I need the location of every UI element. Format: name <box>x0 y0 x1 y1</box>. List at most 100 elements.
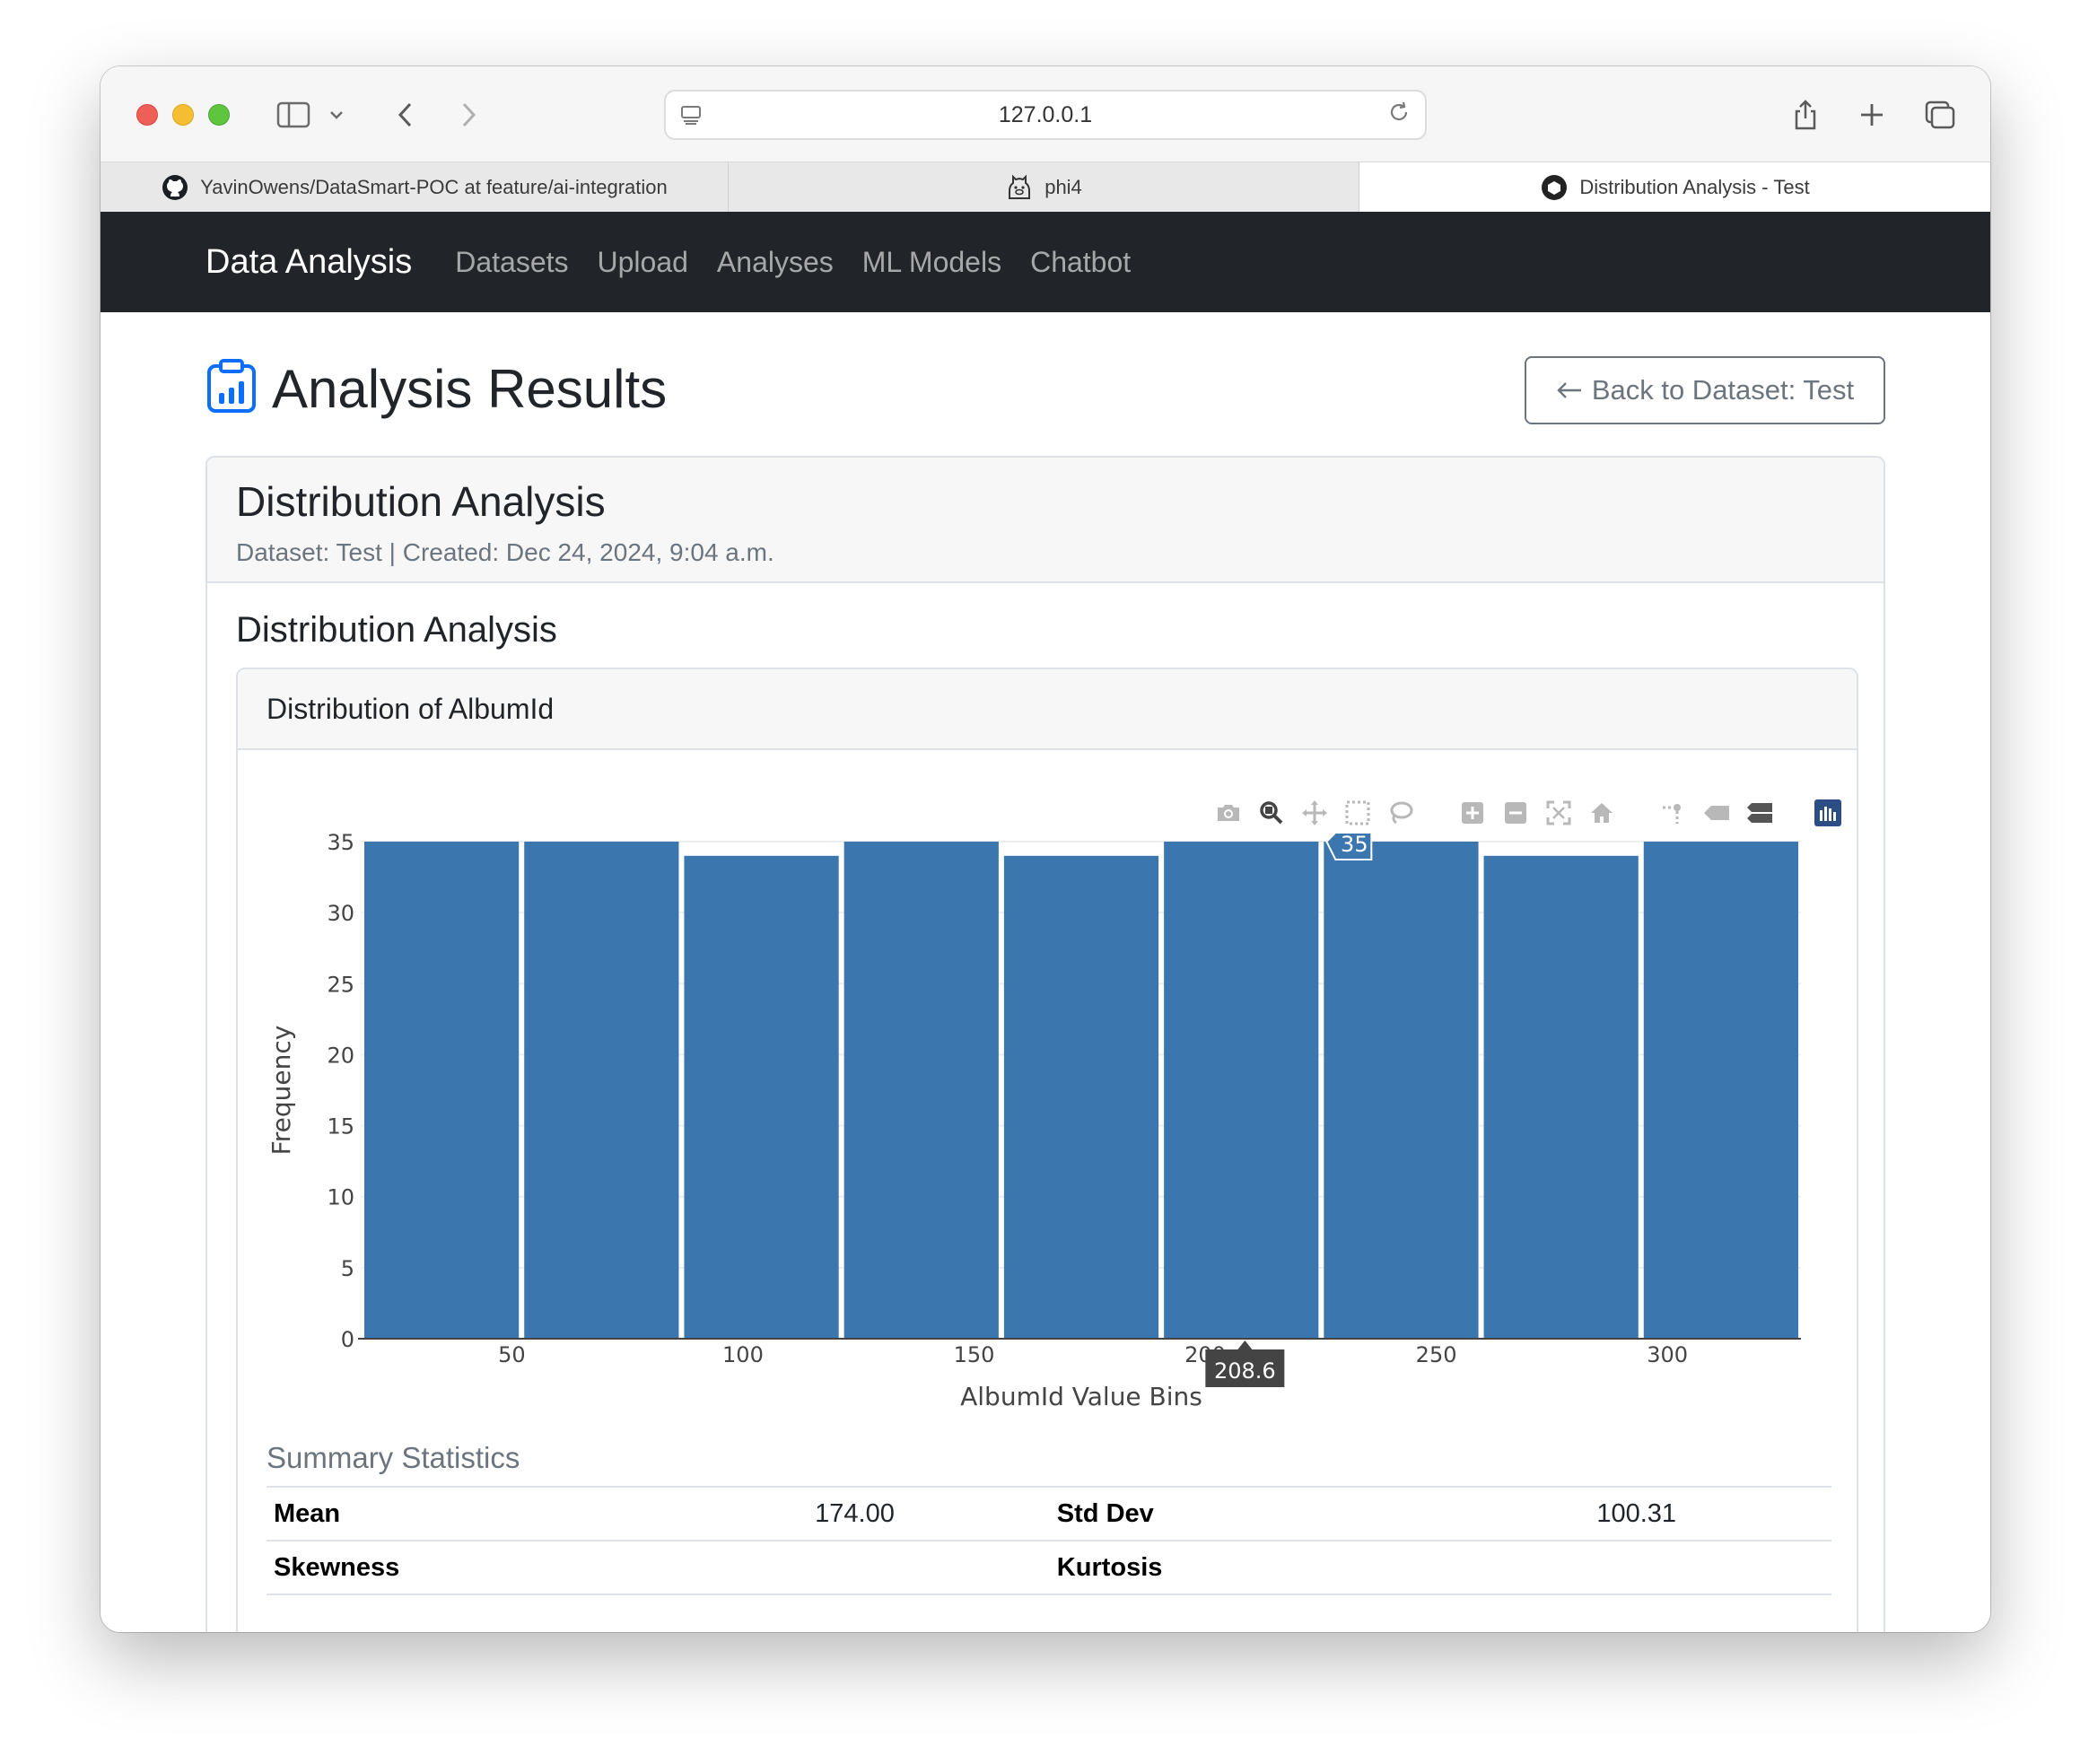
tab-overview-icon[interactable] <box>1920 97 1960 133</box>
lasso-select-icon[interactable] <box>1379 795 1422 831</box>
chart-card-title: Distribution of AlbumId <box>238 669 1857 750</box>
x-tick-label: 150 <box>954 1342 995 1367</box>
modebar-spacer <box>1781 795 1806 831</box>
stat-label: Mean <box>267 1486 660 1541</box>
close-window-button[interactable] <box>136 104 158 126</box>
chart-card: Distribution of AlbumId 0 5 10 15 20 25 30 35 50… <box>236 668 1858 1632</box>
nav-link-ml-models[interactable]: ML Models <box>862 246 1001 279</box>
y-axis-title: Frequency <box>267 1026 296 1156</box>
histogram-plot[interactable]: 0 5 10 15 20 25 30 35 50 100 150 200 250 300 AlbumId V… <box>238 752 1858 1416</box>
summary-statistics-title: Summary Statistics <box>267 1441 520 1474</box>
tab-bar: YavinOwens/DataSmart-POC at feature/ai-i… <box>101 162 1990 213</box>
chevron-down-icon[interactable] <box>323 97 350 133</box>
url-text: 127.0.0.1 <box>998 101 1093 127</box>
camera-icon[interactable] <box>1207 795 1250 831</box>
analysis-meta: Dataset: Test | Created: Dec 24, 2024, 9… <box>236 538 774 566</box>
tab-label: phi4 <box>1044 176 1082 198</box>
nav-link-chatbot[interactable]: Chatbot <box>1030 246 1131 279</box>
histogram-svg[interactable]: 0510152025303550 100 150 200 250 300AlbumId V… <box>238 752 1858 1416</box>
y-tick-label: 10 <box>327 1185 354 1210</box>
y-tick-label: 30 <box>327 901 354 926</box>
site-settings-icon[interactable] <box>680 104 702 126</box>
hover-compare-icon[interactable] <box>1738 795 1781 831</box>
zoom-in-icon[interactable] <box>1451 795 1494 831</box>
tab-distribution-analysis[interactable]: Distribution Analysis - Test <box>1359 162 1990 213</box>
screen: 127.0.0.1 YavinOwens/DataSmart-POC at fe… <box>0 0 2089 1764</box>
ollama-icon <box>1005 173 1034 202</box>
table-row: Skewness Kurtosis <box>267 1540 1831 1595</box>
y-tick-label: 25 <box>327 972 354 997</box>
navbar-brand[interactable]: Data Analysis <box>205 243 412 282</box>
nav-link-analyses[interactable]: Analyses <box>717 246 834 279</box>
histogram-bar[interactable] <box>524 842 679 1339</box>
browser-window: 127.0.0.1 YavinOwens/DataSmart-POC at fe… <box>101 66 1990 1632</box>
zoom-window-button[interactable] <box>208 104 230 126</box>
autoscale-icon[interactable] <box>1537 795 1580 831</box>
histogram-bar[interactable] <box>1643 842 1798 1339</box>
stat-value: 174.00 <box>660 1486 1050 1541</box>
histogram-bar[interactable] <box>684 855 839 1339</box>
reload-icon[interactable] <box>1387 100 1411 130</box>
y-tick-label: 35 <box>327 830 354 855</box>
minimize-window-button[interactable] <box>172 104 194 126</box>
page-title: Analysis Results <box>272 358 668 419</box>
back-nav-icon[interactable] <box>388 97 424 133</box>
zoom-icon[interactable] <box>1250 795 1293 831</box>
summary-statistics-table: Mean 174.00 Std Dev 100.31 Skewness Kurt… <box>267 1486 1831 1595</box>
section-title: Distribution Analysis <box>236 610 557 650</box>
hover-closest-icon[interactable] <box>1695 795 1738 831</box>
x-tick-label: 50 <box>498 1342 526 1367</box>
stat-label: Kurtosis <box>1049 1540 1442 1595</box>
page-header: Analysis Results <box>205 357 667 420</box>
histogram-bar[interactable] <box>1324 842 1479 1339</box>
histogram-bar[interactable] <box>1483 855 1639 1339</box>
y-tick-label: 15 <box>327 1114 354 1140</box>
stat-value <box>660 1540 1050 1595</box>
stat-label: Skewness <box>267 1540 660 1595</box>
histogram-bar[interactable] <box>364 842 520 1339</box>
new-tab-icon[interactable] <box>1854 97 1890 133</box>
stat-label: Std Dev <box>1049 1486 1442 1541</box>
analysis-card: Distribution Analysis Dataset: Test | Cr… <box>205 456 1885 1632</box>
box-select-icon[interactable] <box>1336 795 1379 831</box>
back-button-label: Back to Dataset: Test <box>1591 374 1855 406</box>
histogram-bar[interactable] <box>1003 855 1159 1339</box>
y-tick-label: 0 <box>341 1327 354 1352</box>
clipboard-chart-icon <box>205 358 258 419</box>
table-row: Mean 174.00 Std Dev 100.31 <box>267 1486 1831 1541</box>
address-bar[interactable]: 127.0.0.1 <box>664 90 1427 140</box>
hover-x-label: 208.6 <box>1214 1358 1276 1384</box>
x-tick-label: 100 <box>722 1342 764 1367</box>
tab-label: Distribution Analysis - Test <box>1579 176 1810 198</box>
stat-value <box>1441 1540 1831 1595</box>
nav-link-datasets[interactable]: Datasets <box>455 246 568 279</box>
app-navbar: Data Analysis Datasets Upload Analyses M… <box>101 212 1990 312</box>
plotly-logo-icon[interactable] <box>1806 795 1849 831</box>
back-to-dataset-button[interactable]: Back to Dataset: Test <box>1525 356 1885 424</box>
modebar-spacer <box>1623 795 1652 831</box>
browser-titlebar: 127.0.0.1 <box>101 66 1990 162</box>
spike-lines-icon[interactable] <box>1652 795 1695 831</box>
page-content: Analysis Results Back to Dataset: Test D… <box>101 312 1990 1632</box>
x-tick-label: 250 <box>1416 1342 1457 1367</box>
histogram-bar[interactable] <box>843 842 999 1339</box>
nav-link-upload[interactable]: Upload <box>598 246 688 279</box>
zoom-out-icon[interactable] <box>1494 795 1537 831</box>
stat-value: 100.31 <box>1441 1486 1831 1541</box>
tab-phi4[interactable]: phi4 <box>729 162 1359 213</box>
tab-label: YavinOwens/DataSmart-POC at feature/ai-i… <box>200 176 668 198</box>
x-axis-title: AlbumId Value Bins <box>960 1382 1202 1411</box>
plot-modebar <box>1207 795 1849 831</box>
tab-github[interactable]: YavinOwens/DataSmart-POC at feature/ai-i… <box>101 162 729 213</box>
analysis-title: Distribution Analysis <box>236 478 606 525</box>
share-icon[interactable] <box>1787 97 1823 133</box>
y-tick-label: 20 <box>327 1043 354 1068</box>
pan-icon[interactable] <box>1293 795 1336 831</box>
modebar-spacer <box>1422 795 1451 831</box>
reset-axes-home-icon[interactable] <box>1580 795 1623 831</box>
forward-nav-icon[interactable] <box>450 97 486 133</box>
histogram-bar[interactable] <box>1164 842 1319 1339</box>
sidebar-toggle-icon[interactable] <box>274 97 313 133</box>
y-tick-label: 5 <box>341 1256 354 1281</box>
github-icon <box>161 173 189 202</box>
